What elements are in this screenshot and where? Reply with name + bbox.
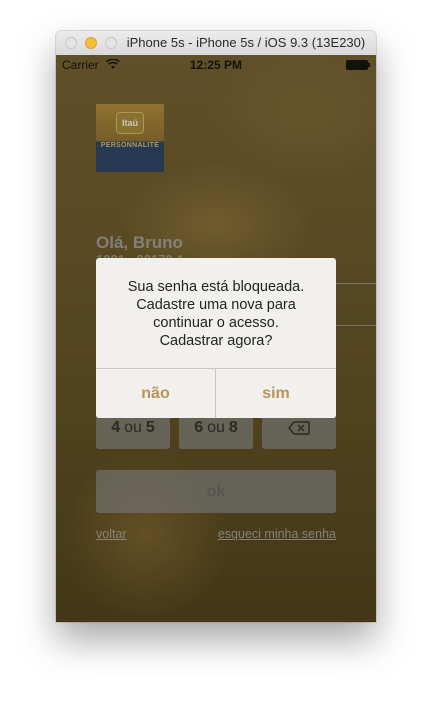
alert-message: Sua senha está bloqueada. Cadastre uma n… xyxy=(127,279,305,349)
zoom-window-button[interactable] xyxy=(105,37,117,49)
alert-no-button[interactable]: não xyxy=(96,369,215,418)
window-titlebar: iPhone 5s - iPhone 5s / iOS 9.3 (13E230) xyxy=(56,31,376,56)
close-window-button[interactable] xyxy=(65,37,77,49)
alert-yes-button[interactable]: sim xyxy=(216,369,336,418)
blocked-password-alert: Sua senha está bloqueada. Cadastre uma n… xyxy=(96,258,336,418)
simulator-window: iPhone 5s - iPhone 5s / iOS 9.3 (13E230)… xyxy=(56,31,376,622)
phone-screen: Carrier 12:25 PM Itaú PERSONNALITÉ Olá, … xyxy=(56,55,376,622)
minimize-window-button[interactable] xyxy=(85,37,97,49)
window-title: iPhone 5s - iPhone 5s / iOS 9.3 (13E230) xyxy=(126,35,366,50)
